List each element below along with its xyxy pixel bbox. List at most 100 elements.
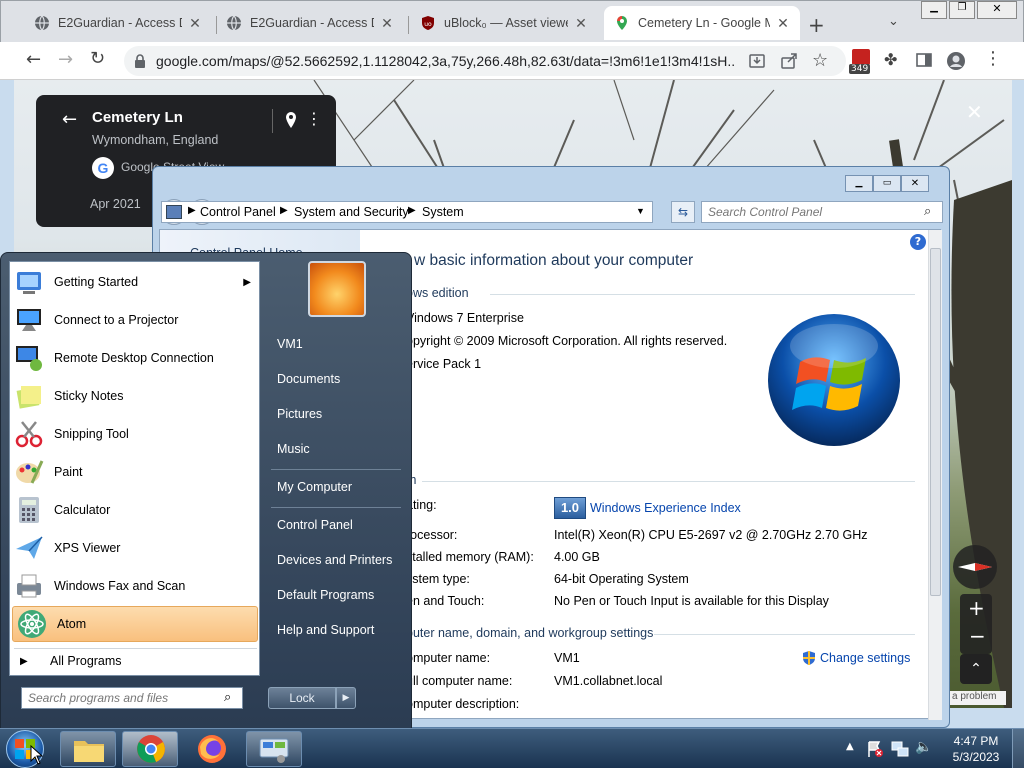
clock-date[interactable]: 5/3/2023 [948,750,1004,764]
share-icon[interactable] [780,52,798,70]
show-desktop-button[interactable] [1012,729,1024,768]
user-avatar[interactable] [308,261,366,317]
side-panel-icon[interactable] [916,53,932,67]
search-icon[interactable]: ⌕ [924,204,931,219]
system-type-label: ystem type: [406,572,470,586]
pin-icon[interactable] [284,111,298,129]
show-hidden-icons-icon[interactable]: ▲ [846,741,854,752]
all-programs-button[interactable]: All Programs [50,654,122,668]
program-sticky-notes[interactable]: Sticky Notes [10,378,261,414]
program-xps-viewer[interactable]: XPS Viewer [10,530,261,566]
back-arrow-icon[interactable]: ← [62,109,77,130]
zoom-out-button[interactable]: − [969,624,986,648]
forward-arrow-icon[interactable]: → [58,49,73,70]
extensions-puzzle-icon[interactable]: ✤ [884,50,897,69]
minimize-button[interactable]: ▁ [921,1,947,19]
page-title: w basic information about your computer [414,252,694,269]
menu-my-computer[interactable]: My Computer [277,480,352,494]
bookmark-star-icon[interactable]: ☆ [812,50,828,71]
close-window-button[interactable]: ✕ [901,175,929,192]
compass-icon[interactable] [952,544,998,590]
help-icon[interactable]: ? [910,234,926,250]
start-search-input[interactable]: Search programs and files ⌕ [21,687,243,709]
program-fax-scan[interactable]: Windows Fax and Scan [10,568,261,604]
globe-icon [35,15,49,31]
tab-e2guardian-1[interactable]: E2Guardian - Access Denied ✕ [24,6,212,40]
tab-e2guardian-2[interactable]: E2Guardian - Access Denied ✕ [216,6,404,40]
install-app-icon[interactable] [748,52,766,70]
tab-search-icon[interactable]: ⌄ [888,14,899,29]
program-atom[interactable]: Atom [12,606,258,642]
menu-music[interactable]: Music [277,442,310,456]
search-placeholder: Search programs and files [28,691,169,705]
menu-pictures[interactable]: Pictures [277,407,322,421]
search-control-panel-input[interactable]: Search Control Panel ⌕ [701,201,943,223]
tab-google-maps[interactable]: Cemetery Ln - Google Maps ✕ [604,6,800,40]
zoom-in-button[interactable]: + [968,596,985,620]
network-icon[interactable] [891,740,909,758]
program-getting-started[interactable]: Getting Started ▶ [10,264,261,300]
refresh-icon[interactable]: ⇆ [671,201,695,223]
window-controls: ▁ ❐ ✕ [920,0,1024,20]
menu-control-panel[interactable]: Control Panel [277,518,353,532]
close-window-button[interactable]: ✕ [977,1,1017,19]
windows-experience-index-link[interactable]: Windows Experience Index [590,501,741,515]
program-snipping-tool[interactable]: Snipping Tool [10,416,261,452]
divider [422,481,915,482]
minimize-button[interactable]: ▁ [845,175,873,192]
program-paint[interactable]: Paint [10,454,261,490]
scrollbar[interactable] [928,230,942,720]
taskbar-firefox[interactable] [196,733,228,768]
action-center-flag-icon[interactable] [866,740,884,758]
more-options-icon[interactable]: ⋮ [306,109,322,128]
crumb-system[interactable]: System [422,205,464,219]
capture-date[interactable]: Apr 2021 [90,197,141,211]
crumb-system-security[interactable]: System and Security [294,205,409,219]
close-tab-icon[interactable]: ✕ [380,15,394,32]
close-tab-icon[interactable]: ✕ [776,15,790,32]
program-calculator[interactable]: Calculator [10,492,261,528]
search-icon[interactable]: ⌕ [224,690,231,705]
program-label: Atom [57,617,87,631]
back-arrow-icon[interactable]: ← [26,49,41,70]
reload-icon[interactable]: ↻ [90,48,105,69]
program-connect-projector[interactable]: Connect to a Projector [10,302,261,338]
close-street-view-icon[interactable]: ✕ [966,100,983,124]
scrollbar-thumb[interactable] [930,248,941,596]
shutdown-options-arrow-icon[interactable]: ▶ [336,687,356,709]
lock-icon[interactable] [134,54,146,68]
browser-menu-icon[interactable]: ⋮ [984,48,1002,69]
program-remote-desktop[interactable]: Remote Desktop Connection [10,340,261,376]
taskbar: ▲ 🔈 4:47 PM 5/3/2023 [0,728,1024,768]
rating-score-badge[interactable]: 1.0 [554,497,586,519]
close-tab-icon[interactable]: ✕ [188,15,202,32]
menu-documents[interactable]: Documents [277,372,340,386]
taskbar-control-panel[interactable] [246,731,302,767]
report-problem-link[interactable]: a problem [950,691,1006,705]
restore-button[interactable]: ❐ [949,1,975,19]
lock-button[interactable]: Lock [268,687,336,709]
taskbar-chrome[interactable] [122,731,178,767]
divider [490,294,915,295]
address-dropdown-icon[interactable]: ▼ [636,206,645,216]
program-label: Sticky Notes [54,389,124,403]
new-tab-button[interactable]: + [808,13,825,37]
close-tab-icon[interactable]: ✕ [574,15,588,32]
maximize-button[interactable]: ▭ [873,175,901,192]
change-settings-link[interactable]: Change settings [820,651,910,665]
crumb-control-panel[interactable]: Control Panel [200,205,276,219]
volume-icon[interactable]: 🔈 [915,739,932,755]
program-label: Windows Fax and Scan [54,579,186,593]
clock-time[interactable]: 4:47 PM [948,734,1004,748]
menu-user-vm1[interactable]: VM1 [277,337,303,351]
breadcrumb[interactable]: ▶ Control Panel ▶ System and Security ▶ … [161,201,653,223]
menu-devices-printers[interactable]: Devices and Printers [277,553,392,567]
expand-up-icon[interactable]: ⌃ [960,654,992,684]
menu-help-support[interactable]: Help and Support [277,623,374,637]
tab-ublock[interactable]: uo uBlock₀ — Asset viewer ✕ [410,6,598,40]
profile-avatar-icon[interactable] [946,51,966,71]
menu-default-programs[interactable]: Default Programs [277,588,374,602]
folder-icon [74,741,104,762]
taskbar-explorer[interactable] [60,731,116,767]
ublock-extension-icon[interactable] [852,49,870,65]
